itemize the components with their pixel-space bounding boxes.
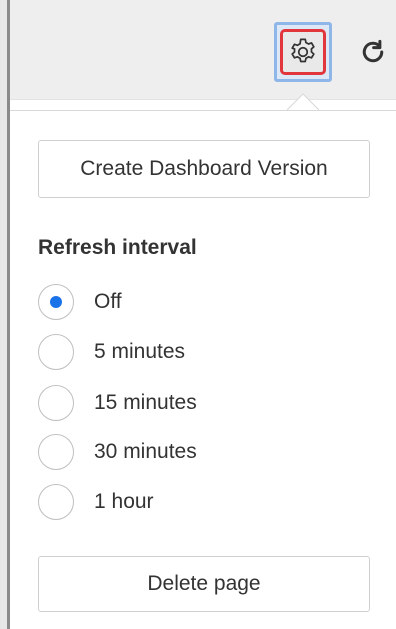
refresh-icon [362,39,384,63]
radio-label: 5 minutes [94,340,186,363]
panel-edge [0,0,10,629]
popover-caret [287,93,319,111]
refresh-interval-title: Refresh interval [38,236,197,259]
radio-button[interactable] [38,334,74,370]
radio-option-1-hour[interactable]: 1 hour [38,482,154,522]
radio-option-30-minutes[interactable]: 30 minutes [38,432,197,472]
create-dashboard-version-button[interactable]: Create Dashboard Version [38,140,370,198]
refresh-button[interactable] [358,30,396,74]
settings-button[interactable] [274,22,332,82]
radio-option-5-minutes[interactable]: 5 minutes [38,332,185,372]
toolbar [0,0,396,100]
delete-page-button[interactable]: Delete page [38,556,370,612]
settings-screen: Create Dashboard Version Refresh interva… [0,0,396,629]
radio-label: 1 hour [94,490,154,513]
radio-button[interactable] [38,434,74,470]
radio-button[interactable] [38,385,74,421]
radio-label: Off [94,290,122,313]
radio-option-15-minutes[interactable]: 15 minutes [38,383,197,423]
radio-option-off[interactable]: Off [38,282,122,322]
radio-label: 30 minutes [94,440,197,463]
radio-selected-dot [50,296,62,308]
radio-button[interactable] [38,484,74,520]
radio-button[interactable] [38,284,74,320]
radio-label: 15 minutes [94,391,197,414]
settings-highlight [280,29,326,75]
gear-icon [291,38,315,63]
